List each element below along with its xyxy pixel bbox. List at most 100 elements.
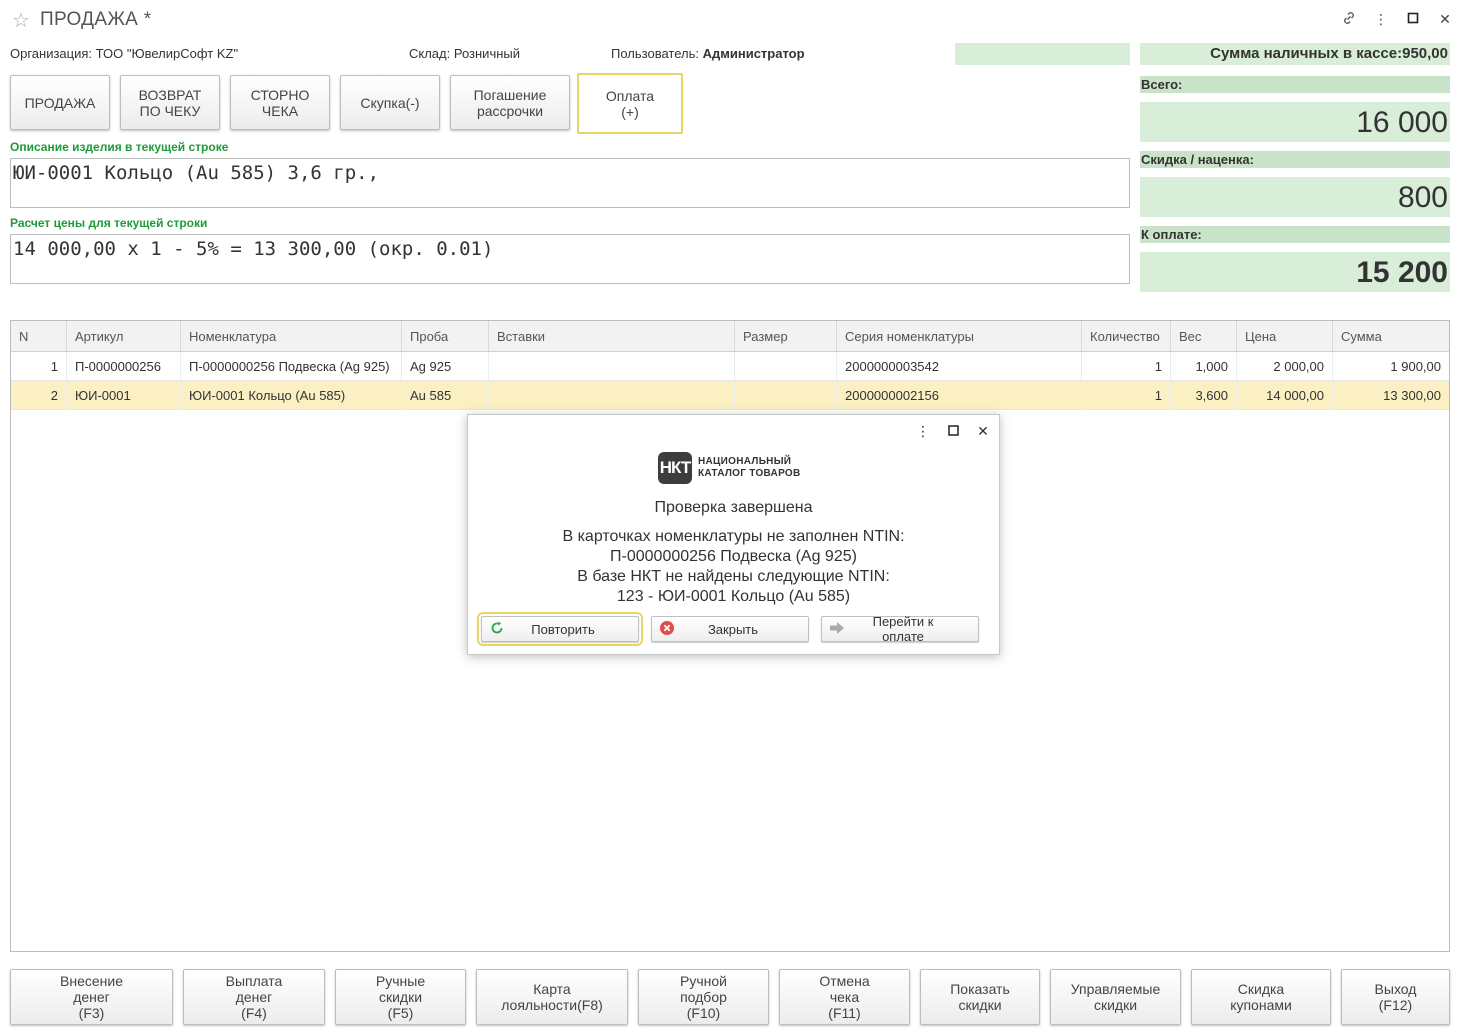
price-calc-field[interactable]: 14 000,00 x 1 - 5% = 13 300,00 (окр. 0.0… bbox=[10, 234, 1130, 284]
description-label: Описание изделия в текущей строке bbox=[10, 140, 229, 154]
column-header-sum[interactable]: Сумма bbox=[1333, 321, 1449, 351]
table-header: N Артикул Номенклатура Проба Вставки Раз… bbox=[11, 321, 1449, 352]
star-icon[interactable]: ☆ bbox=[12, 8, 30, 33]
cell-series: 2000000003542 bbox=[837, 352, 1082, 380]
cell-nomenclature: П-0000000256 Подвеска (Ag 925) bbox=[181, 352, 402, 380]
column-header-inserts[interactable]: Вставки bbox=[489, 321, 735, 351]
warehouse-value: Розничный bbox=[453, 46, 521, 61]
manual-discounts-button[interactable]: Ручные скидки (F5) bbox=[335, 969, 466, 1025]
cell-article: П-0000000256 bbox=[67, 352, 181, 380]
title-bar: ☆ ПРОДАЖА * ⋮ ✕ bbox=[0, 0, 1464, 40]
nkt-logo-line2: КАТАЛОГ ТОВАРОВ bbox=[698, 468, 801, 479]
close-icon[interactable]: ✕ bbox=[975, 423, 991, 439]
cell-n: 2 bbox=[11, 381, 67, 409]
column-header-size[interactable]: Размер bbox=[735, 321, 837, 351]
column-header-series[interactable]: Серия номенклатуры bbox=[837, 321, 1082, 351]
maximize-icon[interactable] bbox=[1404, 10, 1422, 28]
nkt-logo-mark: НКТ bbox=[658, 452, 692, 484]
cell-quantity: 1 bbox=[1082, 381, 1171, 409]
dialog-message: В карточках номенклатуры не заполнен NTI… bbox=[468, 527, 999, 607]
error-icon bbox=[652, 620, 682, 639]
cell-sum: 13 300,00 bbox=[1383, 388, 1441, 403]
cell-size bbox=[735, 381, 837, 409]
to-pay-value: 15 200 bbox=[1140, 252, 1450, 292]
cell-n: 1 bbox=[11, 352, 67, 380]
loyalty-card-button[interactable]: Карта лояльности(F8) bbox=[476, 969, 628, 1025]
maximize-icon[interactable] bbox=[945, 423, 961, 439]
warehouse-label: Склад: bbox=[409, 46, 451, 61]
close-icon[interactable]: ✕ bbox=[1436, 10, 1454, 28]
retry-button[interactable]: Повторить bbox=[477, 612, 643, 646]
nkt-logo-line1: НАЦИОНАЛЬНЫЙ bbox=[698, 456, 792, 467]
dialog-title: Проверка завершена bbox=[654, 499, 813, 516]
cell-article: ЮИ-0001 bbox=[67, 381, 181, 409]
cell-price: 14 000,00 bbox=[1237, 381, 1333, 409]
buyback-button[interactable]: Скупка(-) bbox=[340, 75, 440, 130]
link-icon[interactable] bbox=[1340, 10, 1358, 28]
cancel-receipt-button[interactable]: Отмена чека (F11) bbox=[779, 969, 910, 1025]
cell-inserts bbox=[489, 352, 735, 380]
arrow-right-icon bbox=[822, 621, 852, 638]
organization-label: Организация: bbox=[10, 46, 93, 61]
column-header-quantity[interactable]: Количество bbox=[1082, 321, 1171, 351]
refresh-icon bbox=[482, 621, 512, 638]
user-value: Администратор bbox=[702, 46, 805, 61]
dialog-controls: ⋮ ✕ bbox=[915, 423, 991, 439]
column-header-article[interactable]: Артикул bbox=[67, 321, 181, 351]
organization-value: ТОО "ЮвелирСофт KZ" bbox=[95, 46, 239, 61]
to-pay-label: К оплате: bbox=[1140, 226, 1450, 243]
organization-info: Организация: ТОО "ЮвелирСофт KZ" bbox=[10, 46, 238, 61]
storno-receipt-button[interactable]: СТОРНО ЧЕКА bbox=[230, 75, 330, 130]
discount-value: 800 bbox=[1140, 177, 1450, 217]
coupon-discount-button[interactable]: Скидка купонами bbox=[1191, 969, 1331, 1025]
status-field bbox=[955, 43, 1130, 65]
payment-button[interactable]: Оплата (+) bbox=[577, 73, 683, 134]
window-controls: ⋮ ✕ bbox=[1340, 10, 1454, 28]
show-discounts-button[interactable]: Показать скидки bbox=[920, 969, 1040, 1025]
cell-weight: 3,600 bbox=[1171, 381, 1237, 409]
cell-price: 2 000,00 bbox=[1237, 352, 1333, 380]
cell-inserts bbox=[489, 381, 735, 409]
return-by-receipt-button[interactable]: ВОЗВРАТ ПО ЧЕКУ bbox=[120, 75, 220, 130]
warehouse-info: Склад: Розничный bbox=[409, 46, 520, 61]
cell-fineness: Ag 925 bbox=[402, 352, 489, 380]
cell-quantity: 1 bbox=[1082, 352, 1171, 380]
retry-button-label: Повторить bbox=[531, 621, 595, 637]
description-field[interactable]: ЮИ-0001 Кольцо (Au 585) 3,6 гр., bbox=[10, 158, 1130, 208]
nkt-logo: НКТ НАЦИОНАЛЬНЫЙ КАТАЛОГ ТОВАРОВ bbox=[658, 452, 801, 484]
close-button[interactable]: Закрыть bbox=[651, 616, 809, 642]
cell-nomenclature: ЮИ-0001 Кольцо (Au 585) bbox=[181, 381, 402, 409]
cell-sum: 1 900,00 bbox=[1390, 359, 1441, 374]
column-header-n[interactable]: N bbox=[11, 321, 67, 351]
table-row[interactable]: 1 П-0000000256 П-0000000256 Подвеска (Ag… bbox=[11, 352, 1449, 381]
managed-discounts-button[interactable]: Управляемые скидки bbox=[1050, 969, 1181, 1025]
table-row[interactable]: 2 ЮИ-0001 ЮИ-0001 Кольцо (Au 585) Au 585… bbox=[11, 381, 1449, 410]
column-header-fineness[interactable]: Проба bbox=[402, 321, 489, 351]
go-to-payment-label: Перейти к оплате bbox=[872, 614, 934, 644]
message-line: 123 - ЮИ-0001 Кольцо (Au 585) bbox=[616, 588, 851, 605]
column-header-nomenclature[interactable]: Номенклатура bbox=[181, 321, 402, 351]
message-line: В карточках номенклатуры не заполнен NTI… bbox=[562, 528, 905, 545]
go-to-payment-button[interactable]: Перейти к оплате bbox=[821, 614, 979, 644]
total-label: Всего: bbox=[1140, 76, 1450, 93]
column-header-price[interactable]: Цена bbox=[1237, 321, 1333, 351]
exit-button[interactable]: Выход (F12) bbox=[1341, 969, 1450, 1025]
discount-label: Скидка / наценка: bbox=[1140, 151, 1450, 168]
cell-weight: 1,000 bbox=[1171, 352, 1237, 380]
manual-selection-button[interactable]: Ручной подбор (F10) bbox=[638, 969, 769, 1025]
cash-balance: Сумма наличных в кассе:950,00 bbox=[1140, 43, 1450, 65]
more-icon[interactable]: ⋮ bbox=[1372, 10, 1390, 28]
cell-size bbox=[735, 352, 837, 380]
window-title: ПРОДАЖА * bbox=[40, 9, 152, 30]
nkt-logo-text: НАЦИОНАЛЬНЫЙ КАТАЛОГ ТОВАРОВ bbox=[698, 456, 801, 480]
more-icon[interactable]: ⋮ bbox=[915, 423, 931, 439]
cash-out-button[interactable]: Выплата денег (F4) bbox=[183, 969, 325, 1025]
installment-repayment-button[interactable]: Погашение рассрочки bbox=[450, 75, 570, 130]
message-line: П-0000000256 Подвеска (Ag 925) bbox=[610, 548, 857, 565]
column-header-weight[interactable]: Вес bbox=[1171, 321, 1237, 351]
total-value: 16 000 bbox=[1140, 102, 1450, 142]
sale-button[interactable]: ПРОДАЖА bbox=[10, 75, 110, 130]
cell-fineness: Au 585 bbox=[402, 381, 489, 409]
price-calc-label: Расчет цены для текущей строки bbox=[10, 216, 208, 230]
cash-in-button[interactable]: Внесение денег (F3) bbox=[10, 969, 173, 1025]
